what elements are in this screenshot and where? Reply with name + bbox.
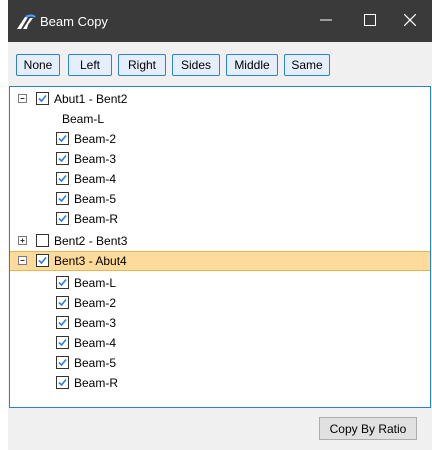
copy-by-ratio-button[interactable]: Copy By Ratio [319, 417, 417, 440]
collapse-icon[interactable] [18, 256, 27, 265]
beam-label: Beam-R [74, 212, 119, 226]
beam-label: Beam-2 [74, 296, 117, 310]
beam-label: Beam-5 [74, 192, 117, 206]
beam-checkbox[interactable] [56, 152, 69, 165]
group-checkbox[interactable] [36, 234, 49, 247]
selection-toolbar: None Left Right Sides Middle Same [8, 42, 432, 88]
tree-item-row[interactable]: Beam-4 [10, 333, 430, 353]
same-button[interactable]: Same [284, 54, 330, 76]
tree-item-row[interactable]: Beam-4 [10, 169, 430, 189]
checkmark-icon [38, 94, 47, 103]
beam-label: Beam-4 [74, 172, 117, 186]
beam-checkbox[interactable] [56, 276, 69, 289]
beam-label: Beam-L [74, 276, 117, 290]
tree-item-row[interactable]: Beam-R [10, 373, 430, 393]
beam-label: Beam-R [74, 376, 119, 390]
checkmark-icon [58, 134, 67, 143]
beam-label: Beam-4 [74, 336, 117, 350]
checkmark-icon [58, 154, 67, 163]
tree-item-row[interactable]: Beam-L [10, 273, 430, 293]
checkmark-icon [38, 256, 47, 265]
group-label: Abut1 - Bent2 [54, 92, 128, 106]
group-label: Bent2 - Bent3 [54, 234, 128, 248]
tree-item-row[interactable]: Beam-3 [10, 149, 430, 169]
minimize-button[interactable] [304, 0, 348, 42]
none-button[interactable]: None [16, 54, 60, 76]
checkmark-icon [58, 298, 67, 307]
footer-bar: Copy By Ratio [8, 408, 432, 450]
window-title: Beam Copy [40, 14, 108, 29]
group-checkbox[interactable] [36, 92, 49, 105]
beam-copy-window: Beam Copy None Left Right Sides Middle S… [8, 0, 432, 450]
beam-label: Beam-3 [74, 152, 117, 166]
checkmark-icon [58, 174, 67, 183]
close-button[interactable] [388, 0, 432, 42]
checkmark-icon [58, 194, 67, 203]
minimize-icon [320, 19, 332, 21]
checkmark-icon [58, 214, 67, 223]
checkmark-icon [58, 358, 67, 367]
beam-checkbox[interactable] [56, 296, 69, 309]
beam-label: Beam-2 [74, 132, 117, 146]
maximize-icon [364, 14, 376, 26]
title-bar[interactable]: Beam Copy [8, 0, 432, 42]
beam-label: Beam-L [62, 112, 105, 126]
beam-label: Beam-3 [74, 316, 117, 330]
checkmark-icon [58, 278, 67, 287]
beam-checkbox[interactable] [56, 316, 69, 329]
checkmark-icon [58, 378, 67, 387]
middle-button[interactable]: Middle [226, 54, 278, 76]
expand-icon[interactable] [18, 236, 27, 245]
right-button[interactable]: Right [118, 54, 166, 76]
beam-checkbox[interactable] [56, 192, 69, 205]
group-label: Bent3 - Abut4 [54, 254, 127, 268]
beam-checkbox[interactable] [56, 336, 69, 349]
checkmark-icon [58, 318, 67, 327]
tree-item-row[interactable]: Beam-5 [10, 353, 430, 373]
beam-checkbox[interactable] [56, 132, 69, 145]
beam-checkbox[interactable] [56, 376, 69, 389]
tree-group-row[interactable]: Bent2 - Bent3 [10, 231, 430, 251]
beam-checkbox[interactable] [56, 356, 69, 369]
checkmark-icon [58, 338, 67, 347]
close-icon [404, 14, 416, 26]
span-beam-tree[interactable]: Abut1 - Bent2 Beam-L Beam-2 Beam-3 Beam-… [9, 86, 431, 408]
beam-checkbox[interactable] [56, 212, 69, 225]
app-logo-icon [16, 14, 36, 30]
tree-item-row[interactable]: Beam-R [10, 209, 430, 229]
tree-group-row[interactable]: Abut1 - Bent2 [10, 89, 430, 109]
beam-label: Beam-5 [74, 356, 117, 370]
beam-checkbox[interactable] [56, 172, 69, 185]
maximize-button[interactable] [348, 0, 392, 42]
tree-item-row[interactable]: Beam-2 [10, 129, 430, 149]
tree-item-row[interactable]: Beam-L [10, 109, 430, 129]
collapse-icon[interactable] [18, 94, 27, 103]
tree-item-row[interactable]: Beam-3 [10, 313, 430, 333]
tree-group-row-selected[interactable]: Bent3 - Abut4 [10, 251, 430, 271]
group-checkbox[interactable] [36, 254, 49, 267]
sides-button[interactable]: Sides [172, 54, 220, 76]
tree-item-row[interactable]: Beam-2 [10, 293, 430, 313]
left-button[interactable]: Left [68, 54, 112, 76]
tree-item-row[interactable]: Beam-5 [10, 189, 430, 209]
